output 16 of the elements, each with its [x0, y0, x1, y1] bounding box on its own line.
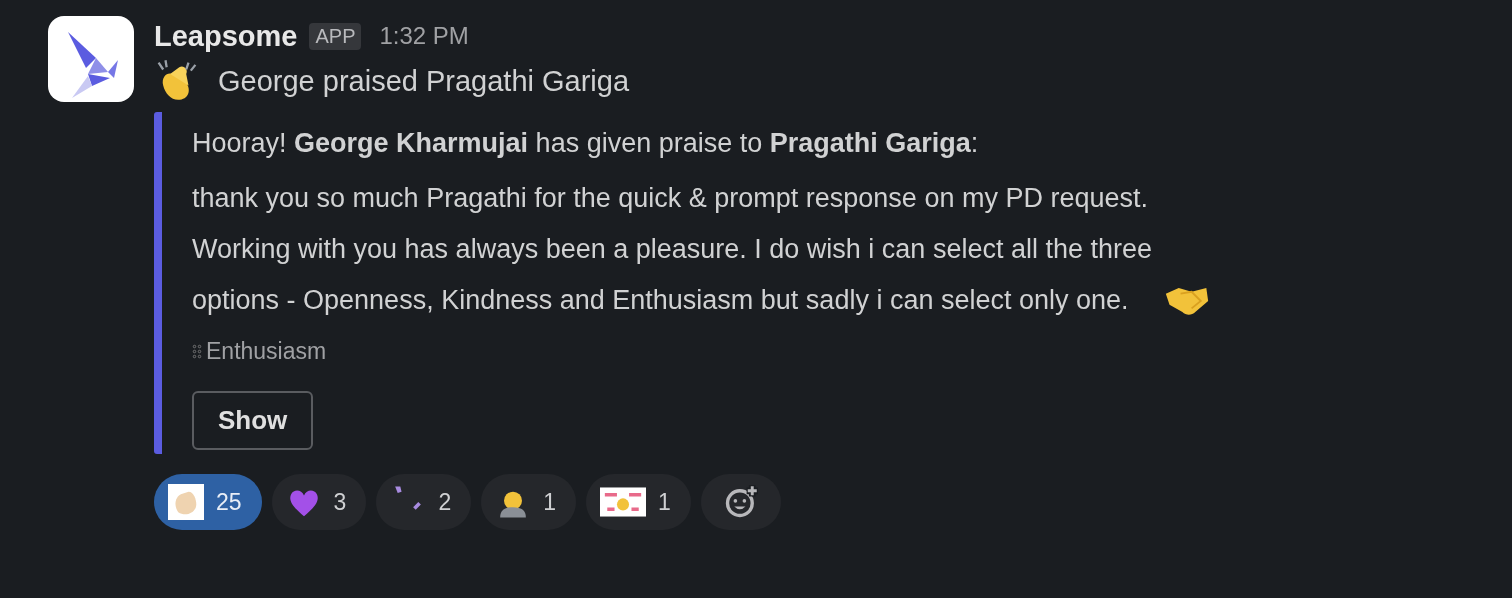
reaction-pill[interactable]: 1 — [586, 474, 691, 530]
timestamp[interactable]: 1:32 PM — [379, 22, 469, 50]
app-logo-icon — [48, 16, 134, 102]
show-button[interactable]: Show — [192, 391, 314, 450]
praise-headline: Hooray! George Kharmujai has given praise to Pragathi Gariga: — [192, 128, 979, 159]
praise-message: thank you so much Pragathi for the quick & prompt response on my PD request. Working with you has always been a pleasure. I do wish i can select all the three options - Openness, Kindness and Enthusiasm but sadly i can select only one. — [192, 182, 1153, 317]
value-tag: Enthusiasm — [206, 338, 327, 365]
sticker-icon — [600, 484, 646, 520]
message-text: George praised Pragathi Gariga — [218, 64, 630, 98]
reaction-pill[interactable]: 3 — [271, 474, 367, 530]
reaction-pill[interactable]: 1 — [481, 474, 576, 530]
reaction-pill[interactable]: 25 — [154, 474, 262, 530]
sender-name[interactable]: Leapsome — [154, 19, 298, 53]
reaction-pill[interactable]: 2 — [376, 474, 472, 530]
drag-handle-icon — [192, 344, 202, 359]
app-badge: APP — [309, 22, 362, 50]
